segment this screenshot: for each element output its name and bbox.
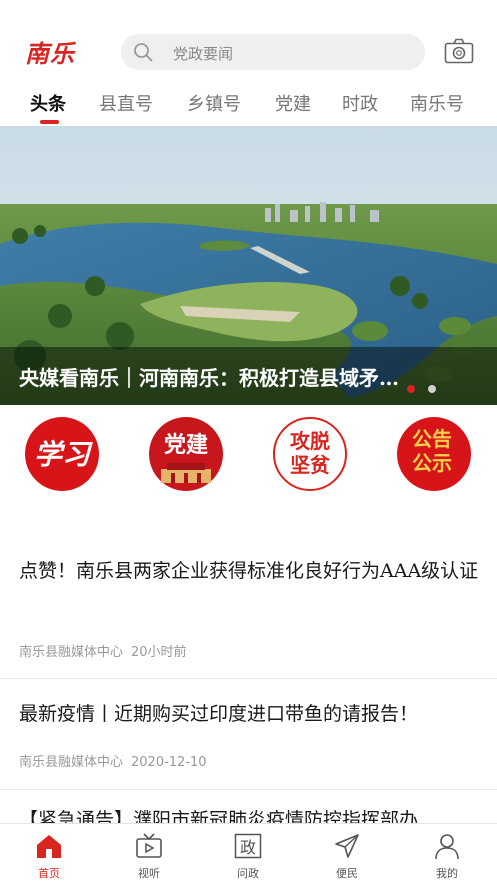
divider bbox=[0, 678, 497, 679]
news-title[interactable]: 最新疫情丨近期购买过印度进口带鱼的请报告！ bbox=[19, 698, 481, 731]
tab-politics[interactable]: 时政 bbox=[342, 90, 378, 116]
nav-profile[interactable]: 我的 bbox=[417, 824, 477, 883]
tab-party-building[interactable]: 党建 bbox=[275, 90, 311, 116]
app-logo[interactable]: 南乐 bbox=[25, 34, 75, 69]
send-icon bbox=[335, 834, 359, 858]
news-source: 南乐县融媒体中心 bbox=[19, 755, 124, 770]
news-time: 20小时前 bbox=[131, 645, 187, 660]
search-icon bbox=[134, 43, 153, 62]
nav-label: 我的 bbox=[436, 867, 458, 880]
svg-text:政: 政 bbox=[240, 838, 256, 857]
nav-label: 便民 bbox=[336, 867, 358, 880]
tab-county-departments[interactable]: 县直号 bbox=[99, 90, 153, 116]
news-title[interactable]: 点赞！南乐县两家企业获得标准化良好行为AAA级认证 bbox=[19, 555, 481, 588]
nav-label: 问政 bbox=[237, 867, 259, 880]
divider bbox=[0, 789, 497, 790]
carousel-dot-active[interactable] bbox=[407, 385, 415, 393]
tv-icon bbox=[136, 833, 162, 858]
active-tab-indicator bbox=[40, 120, 59, 124]
tab-headlines[interactable]: 头条 bbox=[30, 90, 66, 116]
banner-carousel[interactable]: 央媒看南乐｜河南南乐：积极打造县域矛… bbox=[0, 126, 497, 405]
search-bar[interactable]: 党政要闻 bbox=[121, 34, 425, 70]
announcement-badge-icon[interactable]: 公告公示 bbox=[397, 417, 471, 491]
nav-services[interactable]: 便民 bbox=[317, 824, 377, 883]
poverty-alleviation-badge-icon[interactable]: 攻脱坚贫 bbox=[273, 417, 347, 491]
tab-townships[interactable]: 乡镇号 bbox=[187, 90, 241, 116]
quick-entries: 学习 党建 攻脱坚贫 公告公示 bbox=[0, 405, 497, 515]
nav-video[interactable]: 视听 bbox=[119, 824, 179, 883]
news-meta: 南乐县融媒体中心 2020-12-10 bbox=[19, 751, 207, 770]
carousel-dot[interactable] bbox=[428, 385, 436, 393]
nav-label: 首页 bbox=[38, 867, 60, 880]
news-item[interactable]: 【紧急通告】濮阳市新冠肺炎疫情防控指挥部办 bbox=[0, 804, 497, 823]
news-meta: 南乐县融媒体中心 20小时前 bbox=[19, 641, 187, 660]
app-header: 南乐 党政要闻 bbox=[0, 0, 497, 86]
study-badge-icon[interactable]: 学习 bbox=[25, 417, 99, 491]
bottom-nav: 首页 视听 政 问政 便民 我的 bbox=[0, 823, 497, 883]
nav-home[interactable]: 首页 bbox=[19, 824, 79, 883]
tab-nanle-accounts[interactable]: 南乐号 bbox=[410, 90, 464, 116]
zheng-icon: 政 bbox=[234, 833, 262, 859]
camera-icon[interactable] bbox=[444, 38, 474, 64]
party-building-badge-icon[interactable]: 党建 bbox=[149, 417, 223, 491]
news-source: 南乐县融媒体中心 bbox=[19, 645, 124, 660]
nav-inquiry[interactable]: 政 问政 bbox=[218, 824, 278, 883]
home-icon bbox=[37, 835, 61, 858]
gate-icon bbox=[161, 463, 211, 483]
user-icon bbox=[435, 834, 459, 860]
news-title[interactable]: 【紧急通告】濮阳市新冠肺炎疫情防控指挥部办 bbox=[19, 804, 481, 823]
nav-label: 视听 bbox=[138, 867, 160, 880]
news-time: 2020-12-10 bbox=[131, 755, 207, 770]
channel-tabs: 头条 县直号 乡镇号 党建 时政 南乐号 bbox=[0, 86, 497, 126]
search-placeholder: 党政要闻 bbox=[173, 45, 234, 63]
